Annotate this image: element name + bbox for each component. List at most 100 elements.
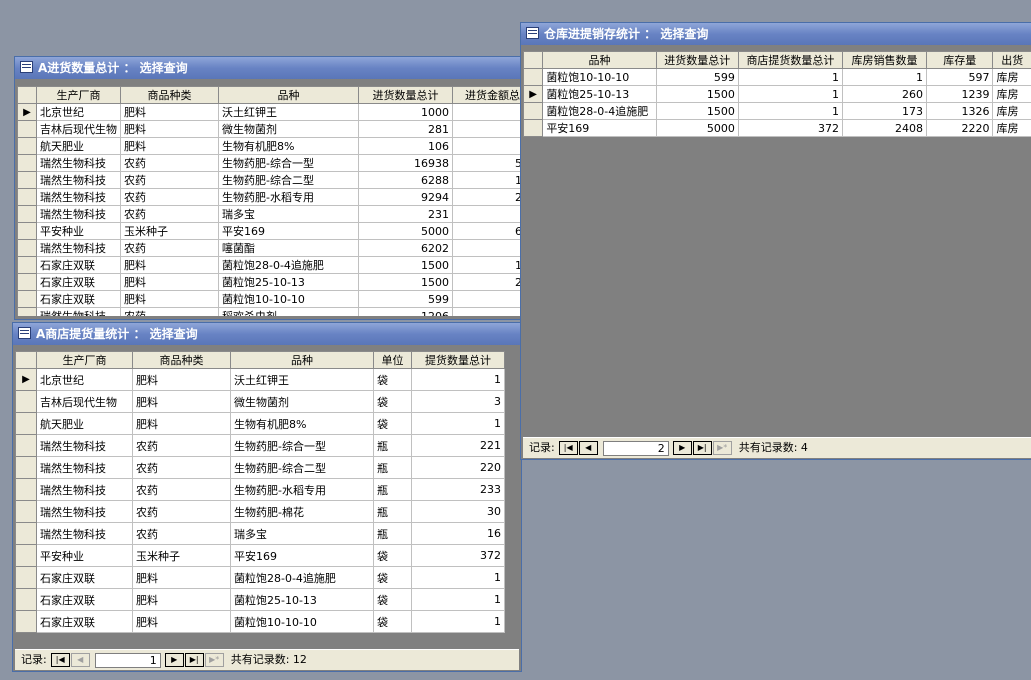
table-row[interactable]: 瑞然生物科技 农药 生物药肥-棉花瓶 30 <box>15 500 505 523</box>
select-all-corner[interactable] <box>17 86 37 104</box>
table-cell[interactable]: 瑞多宝 <box>218 205 359 223</box>
table-cell[interactable]: 肥料 <box>132 610 231 633</box>
record-selector[interactable] <box>15 544 37 567</box>
current-record-selector[interactable]: ▶ <box>15 368 37 391</box>
table-row[interactable]: 瑞然生物科技 农药 瑞多宝 231 <box>17 205 533 223</box>
table-cell[interactable]: 菌粒饱25-10-13 <box>542 85 657 103</box>
table-cell[interactable]: 肥料 <box>120 290 219 308</box>
column-header[interactable]: 品种 <box>542 51 657 69</box>
table-cell[interactable]: 1 <box>842 68 927 86</box>
table-cell[interactable]: 瓶 <box>373 500 412 523</box>
table-cell[interactable]: 1500 <box>655 85 739 103</box>
table-cell[interactable]: 菌粒饱10-10-10 <box>230 610 374 633</box>
table-cell[interactable]: 生物有机肥8% <box>230 412 374 435</box>
record-selector[interactable] <box>523 119 544 137</box>
record-selector[interactable] <box>17 307 37 316</box>
table-cell[interactable]: 瑞然生物科技 <box>36 478 133 501</box>
table-row[interactable]: ▶ 菌粒饱25-10-13 1500 1 260 1239 库房 <box>523 85 1031 103</box>
column-header[interactable]: 进货数量总计 <box>358 86 453 104</box>
table-cell[interactable]: 9294 <box>358 188 453 206</box>
table-cell[interactable]: 石家庄双联 <box>36 588 133 611</box>
purchase-window-titlebar[interactable]: A进货数量总计 ： 选择查询 <box>15 57 533 79</box>
table-row[interactable]: 瑞然生物科技 农药 生物药肥-综合一型瓶 221 <box>15 434 505 457</box>
record-selector[interactable] <box>523 68 544 86</box>
table-row[interactable]: 石家庄双联 肥料 菌粒饱25-10-13 袋 1 <box>15 588 505 611</box>
current-record-selector[interactable]: ▶ <box>17 103 37 121</box>
table-row[interactable]: 菌粒饱28-0-4追施肥 1500 1 173 1326 库房 <box>523 102 1031 120</box>
table-cell[interactable]: 农药 <box>132 500 231 523</box>
table-cell[interactable]: 肥料 <box>120 120 219 138</box>
warehouse-window-titlebar[interactable]: 仓库进提销存统计 ： 选择查询 <box>521 23 1031 45</box>
table-row[interactable]: 石家庄双联肥料菌粒饱25-10-13150022 <box>17 273 533 291</box>
table-row[interactable]: 吉林后现代生物肥料微生物菌剂2811 <box>17 120 533 138</box>
column-header[interactable]: 库存量 <box>925 51 994 69</box>
table-cell[interactable]: 生物药肥-综合二型 <box>230 456 374 479</box>
table-cell[interactable]: 1 <box>411 610 505 633</box>
table-cell[interactable]: 瑞然生物科技 <box>36 154 121 172</box>
new-record-button[interactable]: ▶* <box>712 441 732 455</box>
last-record-button[interactable]: ▶| <box>692 441 712 455</box>
table-cell[interactable]: 菌粒饱28-0-4追施肥 <box>542 102 657 120</box>
table-cell[interactable]: 沃土红钾王 <box>218 103 359 121</box>
table-cell[interactable]: 石家庄双联 <box>36 610 133 633</box>
table-cell[interactable]: 1326 <box>925 102 994 120</box>
table-cell[interactable]: 220 <box>411 456 505 479</box>
table-cell[interactable]: 1239 <box>925 85 994 103</box>
table-cell[interactable]: 1 <box>411 566 505 589</box>
column-header[interactable]: 库房销售数量 <box>842 51 927 69</box>
current-record-selector[interactable]: ▶ <box>523 85 544 103</box>
table-cell[interactable]: 玉米种子 <box>120 222 219 240</box>
table-cell[interactable]: 库房 <box>992 68 1031 86</box>
table-cell[interactable]: 稻欢杀虫剂 <box>218 307 359 316</box>
table-cell[interactable]: 瓶 <box>373 478 412 501</box>
table-row[interactable]: 吉林后现代生物 肥料 微生物菌剂袋 3 <box>15 390 505 413</box>
record-selector[interactable] <box>17 239 37 257</box>
record-selector[interactable] <box>15 456 37 479</box>
table-cell[interactable]: 肥料 <box>120 103 219 121</box>
table-cell[interactable]: 农药 <box>120 171 219 189</box>
table-cell[interactable]: 平安169 <box>218 222 359 240</box>
table-row[interactable]: 瑞然生物科技农药生物药肥-综合二型628818 <box>17 171 533 189</box>
table-cell[interactable]: 平安169 <box>230 544 374 567</box>
table-cell[interactable]: 生物有机肥8% <box>218 137 359 155</box>
table-cell[interactable]: 221 <box>411 434 505 457</box>
table-cell[interactable]: 袋 <box>373 544 412 567</box>
table-cell[interactable]: 瓶 <box>373 456 412 479</box>
table-cell[interactable]: 1000 <box>358 103 453 121</box>
table-cell[interactable]: 瑞然生物科技 <box>36 171 121 189</box>
column-header[interactable]: 商店提货数量总计 <box>737 51 844 69</box>
record-selector[interactable] <box>17 222 37 240</box>
table-cell[interactable]: 1500 <box>358 256 453 274</box>
table-cell[interactable]: 菌粒饱28-0-4追施肥 <box>218 256 359 274</box>
table-row[interactable]: 瑞然生物科技农药生物药肥-综合一型1693850 <box>17 154 533 172</box>
table-cell[interactable]: 石家庄双联 <box>36 290 121 308</box>
table-cell[interactable]: 1 <box>411 588 505 611</box>
table-cell[interactable]: 瓶 <box>373 434 412 457</box>
table-cell[interactable]: 2408 <box>842 119 927 137</box>
table-cell[interactable]: 372 <box>737 119 844 137</box>
table-cell[interactable]: 6202 <box>358 239 453 257</box>
table-row[interactable]: 平安种业 玉米种子 平安169 袋 372 <box>15 544 505 567</box>
table-cell[interactable]: 30 <box>411 500 505 523</box>
record-selector[interactable] <box>15 588 37 611</box>
table-row[interactable]: 菌粒饱10-10-10 599 1 1 597 库房 <box>523 68 1031 86</box>
table-row[interactable]: 瑞然生物科技 农药 生物药肥-水稻专用瓶 233 <box>15 478 505 501</box>
table-row[interactable]: ▶ 北京世纪 肥料 沃土红钾王 1000 <box>17 103 533 121</box>
column-header[interactable]: 单位 <box>373 351 412 369</box>
table-cell[interactable]: 瑞然生物科技 <box>36 522 133 545</box>
table-cell[interactable]: 生物药肥-综合一型 <box>230 434 374 457</box>
table-cell[interactable]: 库房 <box>992 119 1031 137</box>
table-cell[interactable]: 吉林后现代生物 <box>36 120 121 138</box>
table-cell[interactable]: 袋 <box>373 588 412 611</box>
table-cell[interactable]: 生物药肥-综合一型 <box>218 154 359 172</box>
table-row[interactable]: 瑞然生物科技农药生物药肥-水稻专用929427 <box>17 188 533 206</box>
column-header[interactable]: 品种 <box>218 86 359 104</box>
table-cell[interactable]: 1206 <box>358 307 453 316</box>
table-cell[interactable]: 231 <box>358 205 453 223</box>
table-cell[interactable]: 3 <box>411 390 505 413</box>
table-cell[interactable]: 肥料 <box>120 273 219 291</box>
table-cell[interactable]: 北京世纪 <box>36 103 121 121</box>
table-cell[interactable]: 农药 <box>120 205 219 223</box>
table-cell[interactable]: 106 <box>358 137 453 155</box>
table-cell[interactable]: 航天肥业 <box>36 412 133 435</box>
